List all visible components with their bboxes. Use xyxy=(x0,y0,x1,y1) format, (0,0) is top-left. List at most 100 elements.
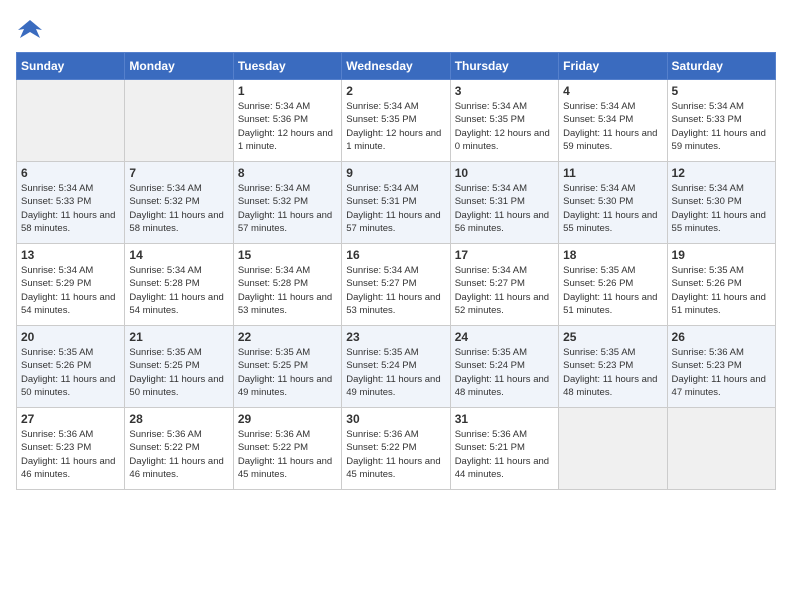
calendar-cell: 10 Sunrise: 5:34 AMSunset: 5:31 PMDayligh… xyxy=(450,162,558,244)
day-number: 6 xyxy=(21,166,120,180)
calendar-cell: 17 Sunrise: 5:34 AMSunset: 5:27 PMDayligh… xyxy=(450,244,558,326)
calendar-cell xyxy=(559,408,667,490)
calendar-cell: 5 Sunrise: 5:34 AMSunset: 5:33 PMDaylight… xyxy=(667,80,775,162)
day-number: 2 xyxy=(346,84,445,98)
calendar-cell: 20 Sunrise: 5:35 AMSunset: 5:26 PMDayligh… xyxy=(17,326,125,408)
cell-info: Sunrise: 5:36 AMSunset: 5:23 PMDaylight:… xyxy=(21,428,120,481)
day-number: 25 xyxy=(563,330,662,344)
day-number: 24 xyxy=(455,330,554,344)
calendar-week-row: 13Sunrise: 5:34 AMSunset: 5:29 PMDayligh… xyxy=(17,244,776,326)
cell-info: Sunrise: 5:36 AMSunset: 5:22 PMDaylight:… xyxy=(238,428,337,481)
calendar-cell xyxy=(17,80,125,162)
day-number: 30 xyxy=(346,412,445,426)
day-number: 23 xyxy=(346,330,445,344)
day-number: 1 xyxy=(238,84,337,98)
logo-icon xyxy=(16,16,44,44)
calendar-cell xyxy=(667,408,775,490)
day-number: 20 xyxy=(21,330,120,344)
day-number: 22 xyxy=(238,330,337,344)
cell-info: Sunrise: 5:36 AMSunset: 5:22 PMDaylight:… xyxy=(129,428,228,481)
cell-info: Sunrise: 5:34 AMSunset: 5:36 PMDaylight:… xyxy=(238,100,337,153)
day-header: Sunday xyxy=(17,53,125,80)
day-number: 10 xyxy=(455,166,554,180)
day-number: 5 xyxy=(672,84,771,98)
day-number: 17 xyxy=(455,248,554,262)
cell-info: Sunrise: 5:35 AMSunset: 5:24 PMDaylight:… xyxy=(346,346,445,399)
cell-info: Sunrise: 5:35 AMSunset: 5:23 PMDaylight:… xyxy=(563,346,662,399)
calendar-cell: 22 Sunrise: 5:35 AMSunset: 5:25 PMDayligh… xyxy=(233,326,341,408)
calendar-cell: 18Sunrise: 5:35 AMSunset: 5:26 PMDayligh… xyxy=(559,244,667,326)
cell-info: Sunrise: 5:34 AMSunset: 5:30 PMDaylight:… xyxy=(672,182,771,235)
cell-info: Sunrise: 5:34 AMSunset: 5:32 PMDaylight:… xyxy=(129,182,228,235)
calendar-cell: 15 Sunrise: 5:34 AMSunset: 5:28 PMDayligh… xyxy=(233,244,341,326)
day-number: 14 xyxy=(129,248,228,262)
calendar-cell: 14 Sunrise: 5:34 AMSunset: 5:28 PMDayligh… xyxy=(125,244,233,326)
day-number: 18 xyxy=(563,248,662,262)
calendar-cell: 9 Sunrise: 5:34 AMSunset: 5:31 PMDaylight… xyxy=(342,162,450,244)
calendar-cell: 29 Sunrise: 5:36 AMSunset: 5:22 PMDayligh… xyxy=(233,408,341,490)
calendar-cell: 28 Sunrise: 5:36 AMSunset: 5:22 PMDayligh… xyxy=(125,408,233,490)
day-number: 29 xyxy=(238,412,337,426)
cell-info: Sunrise: 5:36 AMSunset: 5:23 PMDaylight:… xyxy=(672,346,771,399)
calendar-cell: 1 Sunrise: 5:34 AMSunset: 5:36 PMDaylight… xyxy=(233,80,341,162)
day-number: 4 xyxy=(563,84,662,98)
calendar-cell: 7 Sunrise: 5:34 AMSunset: 5:32 PMDaylight… xyxy=(125,162,233,244)
cell-info: Sunrise: 5:36 AMSunset: 5:22 PMDaylight:… xyxy=(346,428,445,481)
day-header: Thursday xyxy=(450,53,558,80)
day-number: 19 xyxy=(672,248,771,262)
calendar-week-row: 20 Sunrise: 5:35 AMSunset: 5:26 PMDayligh… xyxy=(17,326,776,408)
calendar-week-row: 6 Sunrise: 5:34 AMSunset: 5:33 PMDaylight… xyxy=(17,162,776,244)
calendar-week-row: 1 Sunrise: 5:34 AMSunset: 5:36 PMDaylight… xyxy=(17,80,776,162)
day-number: 7 xyxy=(129,166,228,180)
cell-info: Sunrise: 5:35 AMSunset: 5:25 PMDaylight:… xyxy=(238,346,337,399)
day-number: 31 xyxy=(455,412,554,426)
calendar-cell: 31Sunrise: 5:36 AMSunset: 5:21 PMDayligh… xyxy=(450,408,558,490)
cell-info: Sunrise: 5:34 AMSunset: 5:33 PMDaylight:… xyxy=(21,182,120,235)
calendar-cell: 2 Sunrise: 5:34 AMSunset: 5:35 PMDaylight… xyxy=(342,80,450,162)
calendar-cell: 16Sunrise: 5:34 AMSunset: 5:27 PMDayligh… xyxy=(342,244,450,326)
calendar-cell: 27 Sunrise: 5:36 AMSunset: 5:23 PMDayligh… xyxy=(17,408,125,490)
calendar-cell: 26 Sunrise: 5:36 AMSunset: 5:23 PMDayligh… xyxy=(667,326,775,408)
cell-info: Sunrise: 5:34 AMSunset: 5:31 PMDaylight:… xyxy=(346,182,445,235)
cell-info: Sunrise: 5:35 AMSunset: 5:24 PMDaylight:… xyxy=(455,346,554,399)
day-number: 21 xyxy=(129,330,228,344)
cell-info: Sunrise: 5:35 AMSunset: 5:26 PMDaylight:… xyxy=(21,346,120,399)
cell-info: Sunrise: 5:34 AMSunset: 5:33 PMDaylight:… xyxy=(672,100,771,153)
calendar-body: 1 Sunrise: 5:34 AMSunset: 5:36 PMDaylight… xyxy=(17,80,776,490)
day-number: 26 xyxy=(672,330,771,344)
day-number: 15 xyxy=(238,248,337,262)
day-header: Saturday xyxy=(667,53,775,80)
cell-info: Sunrise: 5:34 AMSunset: 5:30 PMDaylight:… xyxy=(563,182,662,235)
day-number: 12 xyxy=(672,166,771,180)
day-number: 9 xyxy=(346,166,445,180)
calendar-cell: 8Sunrise: 5:34 AMSunset: 5:32 PMDaylight… xyxy=(233,162,341,244)
day-number: 16 xyxy=(346,248,445,262)
calendar-cell: 23 Sunrise: 5:35 AMSunset: 5:24 PMDayligh… xyxy=(342,326,450,408)
calendar-header-row: SundayMondayTuesdayWednesdayThursdayFrid… xyxy=(17,53,776,80)
logo xyxy=(16,16,48,44)
calendar-cell: 13Sunrise: 5:34 AMSunset: 5:29 PMDayligh… xyxy=(17,244,125,326)
day-number: 3 xyxy=(455,84,554,98)
calendar-cell: 25 Sunrise: 5:35 AMSunset: 5:23 PMDayligh… xyxy=(559,326,667,408)
calendar-cell: 30 Sunrise: 5:36 AMSunset: 5:22 PMDayligh… xyxy=(342,408,450,490)
cell-info: Sunrise: 5:34 AMSunset: 5:35 PMDaylight:… xyxy=(455,100,554,153)
day-number: 28 xyxy=(129,412,228,426)
day-header: Monday xyxy=(125,53,233,80)
cell-info: Sunrise: 5:34 AMSunset: 5:28 PMDaylight:… xyxy=(238,264,337,317)
calendar-cell: 19 Sunrise: 5:35 AMSunset: 5:26 PMDayligh… xyxy=(667,244,775,326)
cell-info: Sunrise: 5:35 AMSunset: 5:26 PMDaylight:… xyxy=(672,264,771,317)
cell-info: Sunrise: 5:34 AMSunset: 5:28 PMDaylight:… xyxy=(129,264,228,317)
day-header: Tuesday xyxy=(233,53,341,80)
day-header: Wednesday xyxy=(342,53,450,80)
cell-info: Sunrise: 5:34 AMSunset: 5:32 PMDaylight:… xyxy=(238,182,337,235)
cell-info: Sunrise: 5:34 AMSunset: 5:35 PMDaylight:… xyxy=(346,100,445,153)
calendar-week-row: 27 Sunrise: 5:36 AMSunset: 5:23 PMDayligh… xyxy=(17,408,776,490)
calendar-cell: 11Sunrise: 5:34 AMSunset: 5:30 PMDayligh… xyxy=(559,162,667,244)
day-number: 13 xyxy=(21,248,120,262)
cell-info: Sunrise: 5:34 AMSunset: 5:27 PMDaylight:… xyxy=(455,264,554,317)
cell-info: Sunrise: 5:34 AMSunset: 5:34 PMDaylight:… xyxy=(563,100,662,153)
cell-info: Sunrise: 5:34 AMSunset: 5:31 PMDaylight:… xyxy=(455,182,554,235)
calendar-cell: 4 Sunrise: 5:34 AMSunset: 5:34 PMDaylight… xyxy=(559,80,667,162)
day-number: 27 xyxy=(21,412,120,426)
page-header xyxy=(16,16,776,44)
